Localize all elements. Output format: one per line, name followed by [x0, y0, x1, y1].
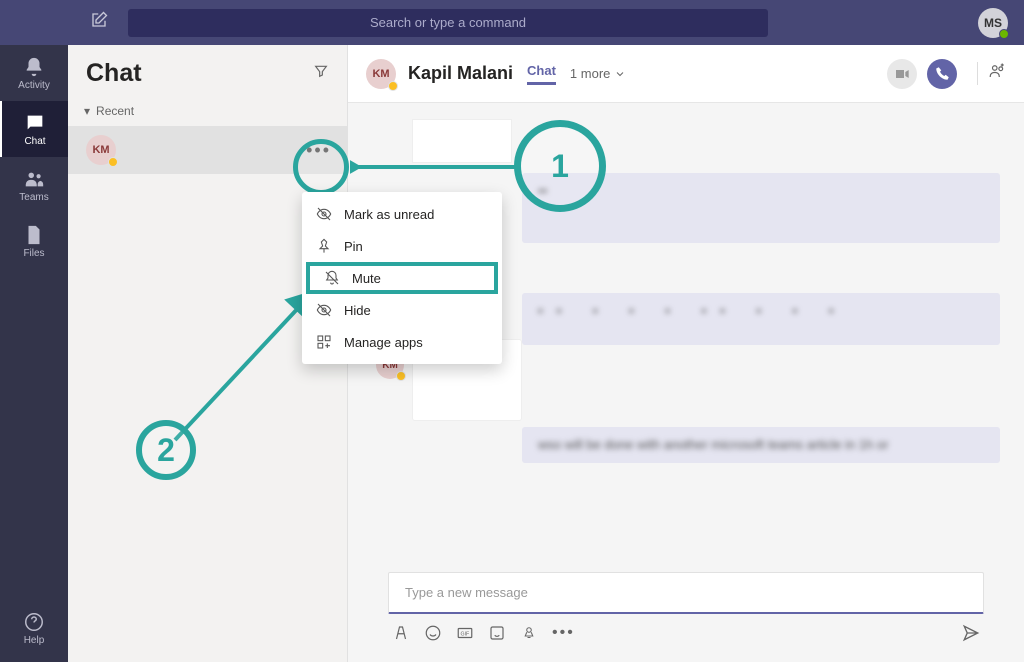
message-in — [412, 119, 512, 163]
tabs-more-dropdown[interactable]: 1 more — [570, 66, 626, 81]
presence-away-icon — [388, 81, 398, 91]
add-people-icon — [988, 62, 1006, 80]
more-options-icon[interactable]: ••• — [552, 624, 575, 642]
rail-label: Files — [23, 248, 44, 259]
compose-toolbar: GIF ••• — [388, 624, 984, 642]
annotation-step-2: 2 — [136, 420, 196, 480]
annotation-highlight-more — [293, 139, 349, 195]
chat-list-title: Chat — [86, 59, 142, 88]
chat-icon — [24, 112, 46, 134]
chevron-down-icon: ▾ — [84, 104, 90, 118]
svg-text:GIF: GIF — [461, 631, 470, 637]
video-icon — [894, 66, 910, 82]
pin-icon — [316, 238, 332, 254]
teams-icon — [23, 168, 45, 190]
filter-icon[interactable] — [313, 63, 329, 84]
chat-context-menu: Mark as unread Pin Mute Hide Manage apps — [302, 192, 502, 364]
user-avatar[interactable]: MS — [978, 8, 1008, 38]
rail-label: Activity — [18, 80, 50, 91]
emoji-icon[interactable] — [424, 624, 442, 642]
menu-manage-apps[interactable]: Manage apps — [302, 326, 502, 358]
mute-icon — [324, 270, 340, 286]
gif-icon[interactable]: GIF — [456, 624, 474, 642]
menu-mark-unread[interactable]: Mark as unread — [302, 198, 502, 230]
rail-label: Chat — [24, 136, 45, 147]
chat-header-avatar: KM — [366, 59, 396, 89]
message-out: wso will be done with another microsoft … — [522, 427, 1000, 463]
chat-item-avatar: KM — [86, 135, 116, 165]
menu-hide[interactable]: Hide — [302, 294, 502, 326]
unread-icon — [316, 206, 332, 222]
files-icon — [23, 224, 45, 246]
presence-away-icon — [108, 157, 118, 167]
chevron-down-icon — [614, 68, 626, 80]
audio-call-button[interactable] — [927, 59, 957, 89]
rail-chat[interactable]: Chat — [0, 101, 68, 157]
add-people-button[interactable] — [977, 62, 1006, 85]
compose-area: Type a new message GIF ••• — [348, 562, 1024, 662]
app-topbar: Search or type a command MS — [0, 0, 1024, 45]
hide-icon — [316, 302, 332, 318]
annotation-step-1: 1 — [514, 120, 606, 212]
bell-icon — [23, 56, 45, 78]
chat-header-name: Kapil Malani — [408, 63, 513, 84]
compose-icon[interactable] — [90, 11, 108, 34]
format-icon[interactable] — [392, 624, 410, 642]
menu-mute[interactable]: Mute — [306, 262, 498, 294]
presence-away-icon — [396, 371, 406, 381]
rail-activity[interactable]: Activity — [0, 45, 68, 101]
recent-label: Recent — [96, 104, 134, 118]
left-rail: Activity Chat Teams Files Help — [0, 45, 68, 662]
help-icon — [23, 611, 45, 633]
sticker-icon[interactable] — [488, 624, 506, 642]
praise-icon[interactable] — [520, 624, 538, 642]
apps-icon — [316, 334, 332, 350]
video-call-button[interactable] — [887, 59, 917, 89]
rail-label: Teams — [19, 192, 48, 203]
rail-files[interactable]: Files — [0, 213, 68, 269]
user-initials: MS — [984, 16, 1002, 30]
tab-chat[interactable]: Chat — [527, 63, 556, 85]
presence-available-icon — [999, 29, 1009, 39]
search-placeholder: Search or type a command — [370, 15, 526, 30]
phone-icon — [935, 66, 950, 81]
recent-section[interactable]: ▾ Recent — [68, 96, 347, 126]
chat-header: KM Kapil Malani Chat 1 more — [348, 45, 1024, 103]
message-out: ▪▪ ▪ ▪ ▪ ▪▪ ▪ ▪ ▪ — [522, 293, 1000, 345]
rail-help[interactable]: Help — [0, 600, 68, 656]
rail-label: Help — [24, 635, 45, 646]
menu-pin[interactable]: Pin — [302, 230, 502, 262]
chat-header-actions — [887, 59, 1006, 89]
rail-teams[interactable]: Teams — [0, 157, 68, 213]
chat-list-header: Chat — [68, 45, 347, 96]
search-input[interactable]: Search or type a command — [128, 9, 768, 37]
send-icon[interactable] — [962, 624, 980, 642]
annotation-arrow-1 — [350, 160, 530, 174]
compose-input[interactable]: Type a new message — [388, 572, 984, 614]
